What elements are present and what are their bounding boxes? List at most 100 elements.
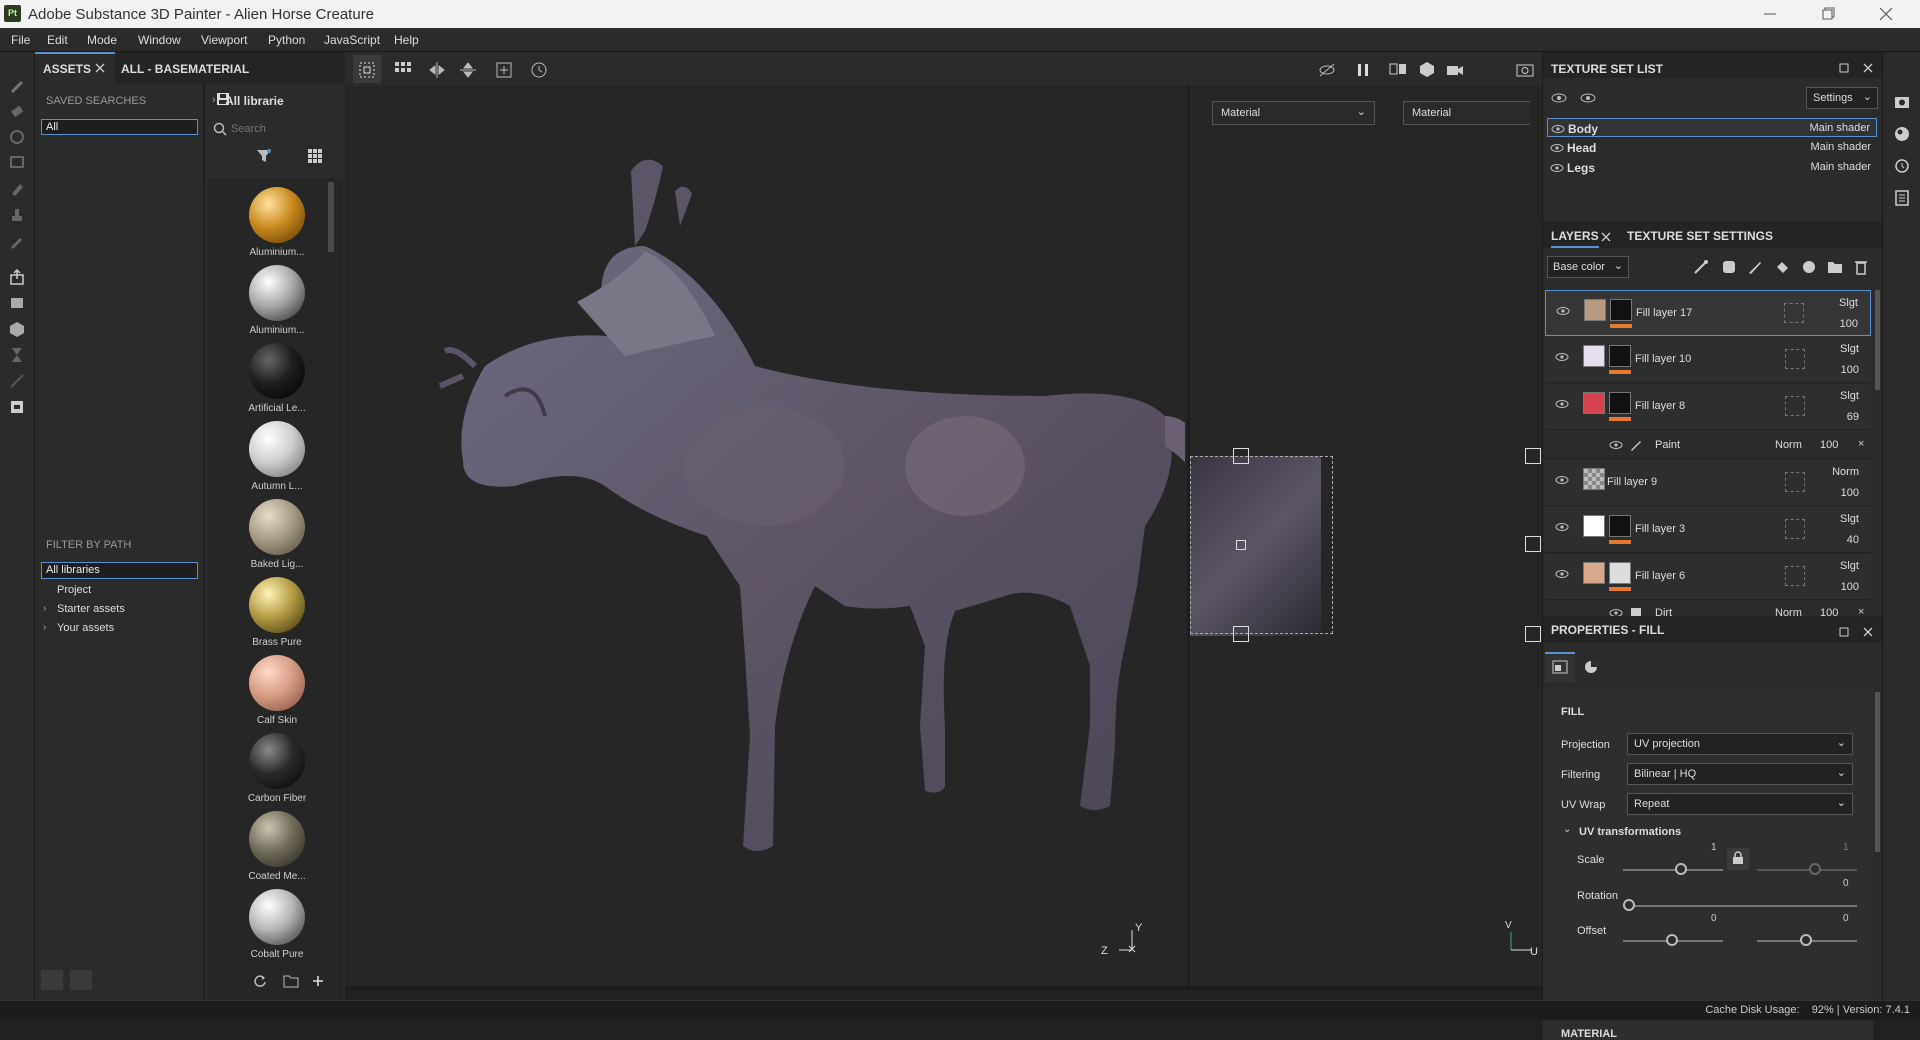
path-project[interactable]: Project bbox=[57, 584, 91, 596]
eye-icon[interactable] bbox=[1580, 91, 1596, 105]
filter-icon[interactable] bbox=[256, 148, 272, 164]
mirror-x-icon[interactable] bbox=[427, 60, 447, 80]
frame-icon[interactable] bbox=[494, 60, 514, 80]
marquee-select-icon[interactable] bbox=[357, 60, 377, 80]
smart-material-icon[interactable] bbox=[1801, 259, 1817, 275]
properties-scrollbar[interactable] bbox=[1875, 692, 1880, 852]
viewport-material-dropdown[interactable]: Material ⌄ bbox=[1212, 101, 1375, 125]
pause-icon[interactable] bbox=[1353, 60, 1373, 80]
scale-v-slider-knob[interactable] bbox=[1809, 863, 1821, 875]
add-icon[interactable] bbox=[311, 974, 325, 988]
layer-row[interactable]: Fill layer 9 Norm 100 bbox=[1545, 460, 1871, 506]
scale-v-slider-track[interactable] bbox=[1757, 869, 1857, 871]
path-all-libraries[interactable]: All libraries bbox=[41, 562, 198, 579]
document-icon[interactable] bbox=[8, 398, 26, 416]
eye-icon[interactable] bbox=[1550, 141, 1564, 155]
scale-slider-knob[interactable] bbox=[1675, 863, 1687, 875]
float-panel-icon[interactable] bbox=[1839, 63, 1849, 73]
paint-brush-icon[interactable] bbox=[8, 76, 26, 94]
uv-transformations-section[interactable]: UV transformations bbox=[1579, 826, 1681, 838]
layer-row[interactable]: Fill layer 17 Slgt 100 bbox=[1545, 290, 1871, 336]
menu-javascript[interactable]: JavaScript bbox=[324, 33, 380, 47]
eraser-icon[interactable] bbox=[8, 102, 26, 120]
texture-set-head[interactable]: Head Main shader bbox=[1547, 138, 1877, 157]
log-icon[interactable] bbox=[1894, 190, 1910, 206]
menu-file[interactable]: File bbox=[11, 33, 30, 47]
float-panel-icon[interactable] bbox=[1839, 627, 1849, 637]
asset-search-input[interactable] bbox=[231, 120, 311, 138]
minimize-icon[interactable] bbox=[1760, 4, 1780, 24]
fill-bucket-icon[interactable] bbox=[1774, 259, 1790, 275]
uv-material-dropdown[interactable]: Material bbox=[1403, 101, 1530, 125]
tree-view-button[interactable] bbox=[70, 970, 92, 990]
eye-icon[interactable] bbox=[1555, 397, 1569, 411]
eye-icon[interactable] bbox=[1550, 161, 1564, 175]
chevron-right-icon[interactable]: › bbox=[43, 603, 46, 614]
camera-settings-icon[interactable] bbox=[1894, 94, 1910, 110]
remove-effect-icon[interactable]: × bbox=[1858, 438, 1864, 450]
close-tab-icon[interactable] bbox=[95, 63, 105, 73]
layer-row[interactable]: Fill layer 6 Slgt 100 bbox=[1545, 554, 1871, 600]
material-tile[interactable]: Brass Pure bbox=[245, 577, 305, 655]
path-starter-assets[interactable]: Starter assets bbox=[57, 603, 125, 615]
close-tab-icon[interactable] bbox=[1601, 232, 1611, 242]
eye-icon[interactable] bbox=[1555, 350, 1569, 364]
eye-icon[interactable] bbox=[1555, 473, 1569, 487]
eye-icon[interactable] bbox=[1556, 304, 1570, 318]
material-tile[interactable]: Artificial Le... bbox=[245, 343, 306, 421]
cube-icon[interactable] bbox=[8, 320, 26, 338]
history-icon[interactable] bbox=[529, 60, 549, 80]
transform-handle[interactable] bbox=[1525, 626, 1541, 642]
layer-row[interactable]: Fill layer 10 Slgt 100 bbox=[1545, 337, 1871, 383]
smudge-icon[interactable] bbox=[8, 180, 26, 198]
delete-icon[interactable] bbox=[1853, 259, 1869, 275]
chevron-down-icon[interactable]: ⌄ bbox=[1563, 824, 1571, 835]
library-breadcrumb[interactable]: All librarie bbox=[225, 94, 284, 108]
close-window-icon[interactable] bbox=[1876, 4, 1896, 24]
eye-icon[interactable] bbox=[1555, 520, 1569, 534]
list-view-button[interactable] bbox=[41, 970, 63, 990]
menu-edit[interactable]: Edit bbox=[47, 33, 68, 47]
settings-dropdown[interactable]: Settings ⌄ bbox=[1806, 87, 1878, 109]
grid-view-icon[interactable] bbox=[307, 148, 323, 164]
mirror-y-icon[interactable] bbox=[458, 60, 478, 80]
material-tile[interactable]: Aluminium... bbox=[245, 265, 305, 343]
layer-row[interactable]: Fill layer 8 Slgt 69 bbox=[1545, 384, 1871, 430]
creature-model[interactable] bbox=[345, 86, 1185, 986]
tab-all-basematerial[interactable]: ALL - BASEMATERIAL bbox=[121, 52, 249, 84]
uv-wrap-dropdown[interactable]: Repeat ⌄ bbox=[1627, 793, 1853, 815]
projection-icon[interactable] bbox=[8, 128, 26, 146]
pivot-handle[interactable] bbox=[1236, 540, 1246, 550]
offset-u-slider-knob[interactable] bbox=[1666, 934, 1678, 946]
eye-icon[interactable] bbox=[1555, 567, 1569, 581]
add-effect-icon[interactable] bbox=[1721, 259, 1737, 275]
hide-icon[interactable] bbox=[1317, 60, 1337, 80]
material-tile[interactable]: Cobalt Pure bbox=[245, 889, 305, 967]
layer-row[interactable]: Fill layer 3 Slgt 40 bbox=[1545, 507, 1871, 553]
transform-handle[interactable] bbox=[1525, 536, 1541, 552]
channel-dropdown[interactable]: Base color ⌄ bbox=[1547, 256, 1629, 278]
tab-layers[interactable]: LAYERS bbox=[1551, 229, 1599, 248]
split-view-icon[interactable] bbox=[1388, 60, 1408, 80]
transform-handle[interactable] bbox=[1233, 626, 1249, 642]
material-properties-icon[interactable] bbox=[1583, 659, 1599, 675]
viewport[interactable]: Y Z X V U bbox=[345, 52, 1542, 990]
eye-icon[interactable] bbox=[1609, 438, 1623, 452]
brush-icon[interactable] bbox=[1747, 259, 1763, 275]
grid-select-icon[interactable] bbox=[393, 60, 413, 80]
shader-icon[interactable] bbox=[1894, 126, 1910, 142]
bake-icon[interactable] bbox=[8, 294, 26, 312]
transform-handle[interactable] bbox=[1233, 448, 1249, 464]
scrollbar-thumb[interactable] bbox=[328, 182, 334, 252]
material-tile[interactable]: Carbon Fiber bbox=[245, 733, 306, 811]
layers-scrollbar[interactable] bbox=[1875, 290, 1880, 390]
clone-stamp-icon[interactable] bbox=[8, 206, 26, 224]
rotation-slider-track[interactable] bbox=[1623, 905, 1857, 907]
texture-set-legs[interactable]: Legs Main shader bbox=[1547, 158, 1877, 177]
folder-icon[interactable] bbox=[283, 974, 299, 988]
material-tile[interactable]: Aluminium... bbox=[245, 187, 305, 265]
sub-layer-paint[interactable]: Paint Norm 100 × bbox=[1545, 431, 1871, 459]
projection-dropdown[interactable]: UV projection ⌄ bbox=[1627, 733, 1853, 755]
resize-icon[interactable] bbox=[8, 372, 26, 390]
texture-set-body[interactable]: Body Main shader bbox=[1547, 118, 1877, 137]
